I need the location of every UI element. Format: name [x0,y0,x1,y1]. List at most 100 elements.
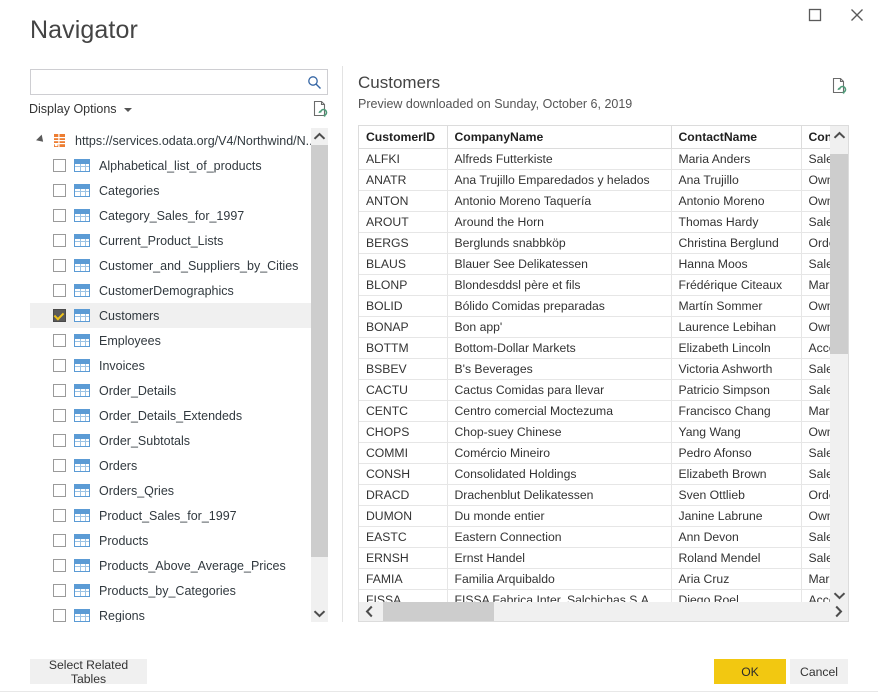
display-options-dropdown[interactable]: Display Options [29,102,132,116]
cancel-button[interactable]: Cancel [790,659,848,684]
tree-scrollbar[interactable] [311,128,328,622]
maximize-icon [808,8,822,22]
tree-item[interactable]: CustomerDemographics [30,278,311,303]
tree-item[interactable]: Order_Subtotals [30,428,311,453]
checkbox-unchecked[interactable] [53,484,66,497]
tree-scroll-down-button[interactable] [311,605,328,622]
tree-item[interactable]: Customer_and_Suppliers_by_Cities [30,253,311,278]
table-row: DUMON Du monde entier Janine Labrune Owner [359,505,848,527]
expander-collapse-icon[interactable] [34,134,48,148]
display-options-label: Display Options [29,102,117,116]
tree-item[interactable]: Order_Details_Extendeds [30,403,311,428]
checkbox-unchecked[interactable] [53,359,66,372]
tree-item[interactable]: Products_by_Categories [30,578,311,603]
column-header[interactable]: CustomerID [359,126,448,149]
close-icon [851,9,863,21]
tree-item-label: Products_Above_Average_Prices [99,558,286,573]
tree-scroll-up-button[interactable] [311,128,328,145]
tree-item[interactable]: Products [30,528,311,553]
tree-list: https://services.odata.org/V4/Northwind/… [30,128,311,622]
table-row: EASTCEastern ConnectionAnn DevonSales Ag… [359,526,848,548]
search-icon[interactable] [301,70,327,94]
grid-scroll-left-button[interactable] [359,602,379,621]
checkbox-unchecked[interactable] [53,284,66,297]
table-row: BSBEV B's Beverages Victoria Ashworth Sales… [359,358,848,380]
table-cell: ALFKI [359,148,448,170]
table-cell: BOLID [359,295,448,317]
table-cell: CHOPS [359,421,448,443]
refresh-page-icon [313,100,328,118]
tree-item-label: Regions [99,608,145,623]
checkbox-unchecked[interactable] [53,584,66,597]
tree-item-label: Employees [99,333,161,348]
tree-item[interactable]: Customers [30,303,311,328]
tree-item-label: Customer_and_Suppliers_by_Cities [99,258,299,273]
tree-item[interactable]: Orders_Qries [30,478,311,503]
table-cell: CENTC [359,400,448,422]
table-header-row: CustomerIDCompanyNameContactNameContactT… [359,126,848,149]
table-icon [74,259,90,272]
checkbox-unchecked[interactable] [53,234,66,247]
grid-horizontal-scroll-thumb[interactable] [383,602,494,621]
refresh-preview-button[interactable] [829,76,849,96]
tree-item[interactable]: Product_Sales_for_1997 [30,503,311,528]
chevron-down-icon [833,591,845,599]
checkbox-unchecked[interactable] [53,159,66,172]
tree-item[interactable]: Current_Product_Lists [30,228,311,253]
tree-root-label: https://services.odata.org/V4/Northwind/… [75,133,311,148]
ok-button[interactable]: OK [714,659,786,684]
checkbox-unchecked[interactable] [53,259,66,272]
tree-item[interactable]: Employees [30,328,311,353]
column-header[interactable]: ContactName [671,126,802,149]
tree-item[interactable]: Category_Sales_for_1997 [30,203,311,228]
grid-vertical-scrollbar[interactable] [830,126,848,604]
tree-root-item[interactable]: https://services.odata.org/V4/Northwind/… [30,128,311,153]
grid-horizontal-scrollbar[interactable] [359,602,848,621]
search-box[interactable] [30,69,328,95]
table-cell: Bottom-Dollar Markets [447,337,672,359]
select-related-tables-button[interactable]: Select Related Tables [30,658,147,686]
table-row: ALFKI Alfreds Futterkiste Maria Anders Sale… [359,148,848,170]
checkbox-unchecked[interactable] [53,184,66,197]
checkbox-unchecked[interactable] [53,509,66,522]
table-cell: Ana Trujillo [671,169,802,191]
checkbox-unchecked[interactable] [53,459,66,472]
tree-item-label: Orders [99,458,138,473]
tree-item[interactable]: Regions [30,603,311,622]
checkbox-unchecked[interactable] [53,534,66,547]
tree-item[interactable]: Products_Above_Average_Prices [30,553,311,578]
table-cell: Familia Arquibaldo [447,568,672,590]
checkbox-checked[interactable] [53,309,66,322]
grid-scroll-right-button[interactable] [828,602,848,621]
tree-item[interactable]: Invoices [30,353,311,378]
tree-scroll-thumb[interactable] [311,145,328,557]
grid-vertical-scroll-thumb[interactable] [830,154,848,354]
tree-item[interactable]: Orders [30,453,311,478]
table-cell: Ernst Handel [447,547,672,569]
tree-item[interactable]: Order_Details [30,378,311,403]
checkbox-unchecked[interactable] [53,334,66,347]
table-cell: Pedro Afonso [671,442,802,464]
checkbox-unchecked[interactable] [53,409,66,422]
refresh-left-button[interactable] [310,99,330,119]
tree-item-label: CustomerDemographics [99,283,234,298]
maximize-button[interactable] [794,0,836,30]
tree-item[interactable]: Categories [30,178,311,203]
checkbox-unchecked[interactable] [53,434,66,447]
checkbox-unchecked[interactable] [53,209,66,222]
checkbox-unchecked[interactable] [53,609,66,622]
checkbox-unchecked[interactable] [53,384,66,397]
checkbox-unchecked[interactable] [53,559,66,572]
grid-scroll-up-button[interactable] [830,126,848,144]
table-icon [74,284,90,297]
search-input[interactable] [31,70,301,94]
table-row: ANATR Ana Trujillo Emparedados y helados A… [359,169,848,191]
table-row: CENTC Centro comercial Moctezuma Francisco… [359,400,848,422]
table-cell: Patricio Simpson [671,379,802,401]
column-header[interactable]: CompanyName [447,126,672,149]
tree-item[interactable]: Alphabetical_list_of_products [30,153,311,178]
close-button[interactable] [836,0,878,30]
table-cell: Blauer See Delikatessen [447,253,672,275]
table-cell: B's Beverages [447,358,672,380]
table-cell: COMMI [359,442,448,464]
